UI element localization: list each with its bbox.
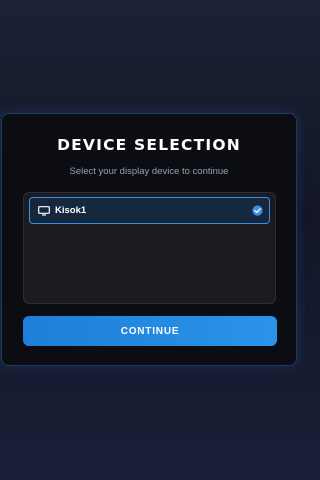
dialog-title: DEVICE SELECTION xyxy=(57,136,241,154)
check-circle-icon xyxy=(252,205,263,216)
monitor-icon xyxy=(38,206,50,216)
device-label: Kisok1 xyxy=(55,205,87,216)
dialog-subtitle: Select your display device to continue xyxy=(69,166,229,177)
device-item-kisok1[interactable]: Kisok1 xyxy=(29,197,270,224)
continue-button[interactable]: CONTINUE xyxy=(23,316,277,346)
device-list: Kisok1 xyxy=(23,192,276,304)
device-selection-dialog: DEVICE SELECTION Select your display dev… xyxy=(1,113,297,366)
